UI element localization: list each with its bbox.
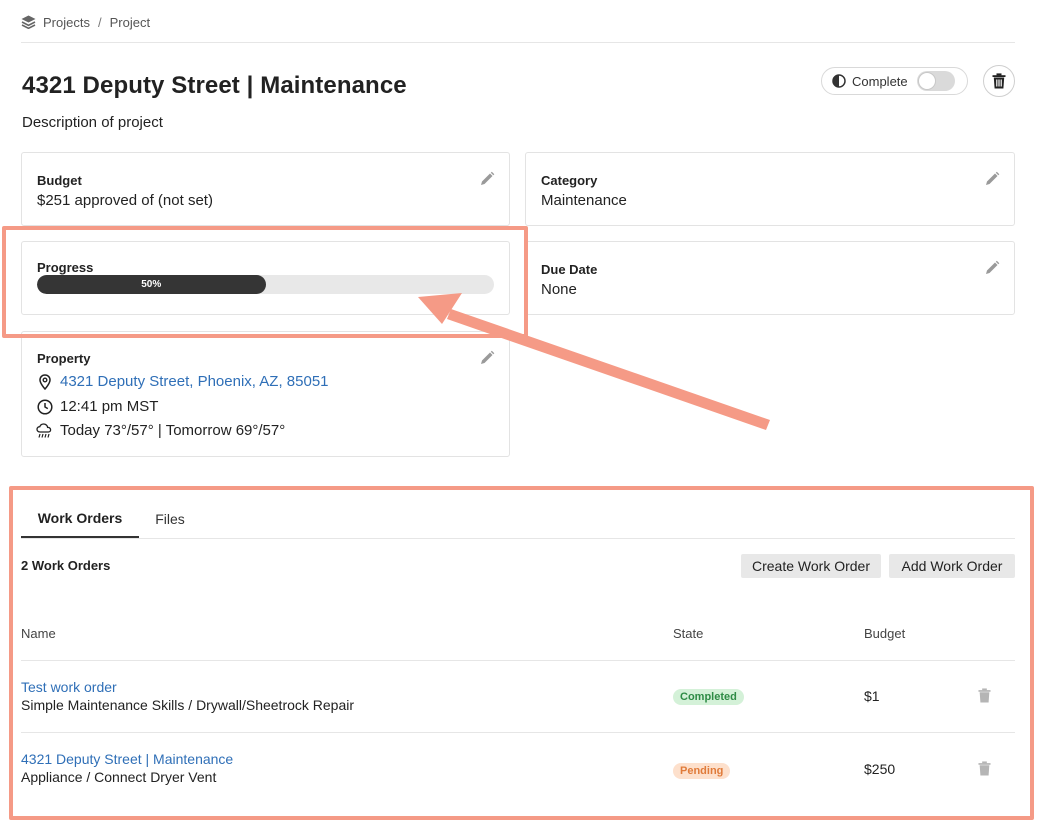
annotation-arrow — [418, 293, 770, 430]
